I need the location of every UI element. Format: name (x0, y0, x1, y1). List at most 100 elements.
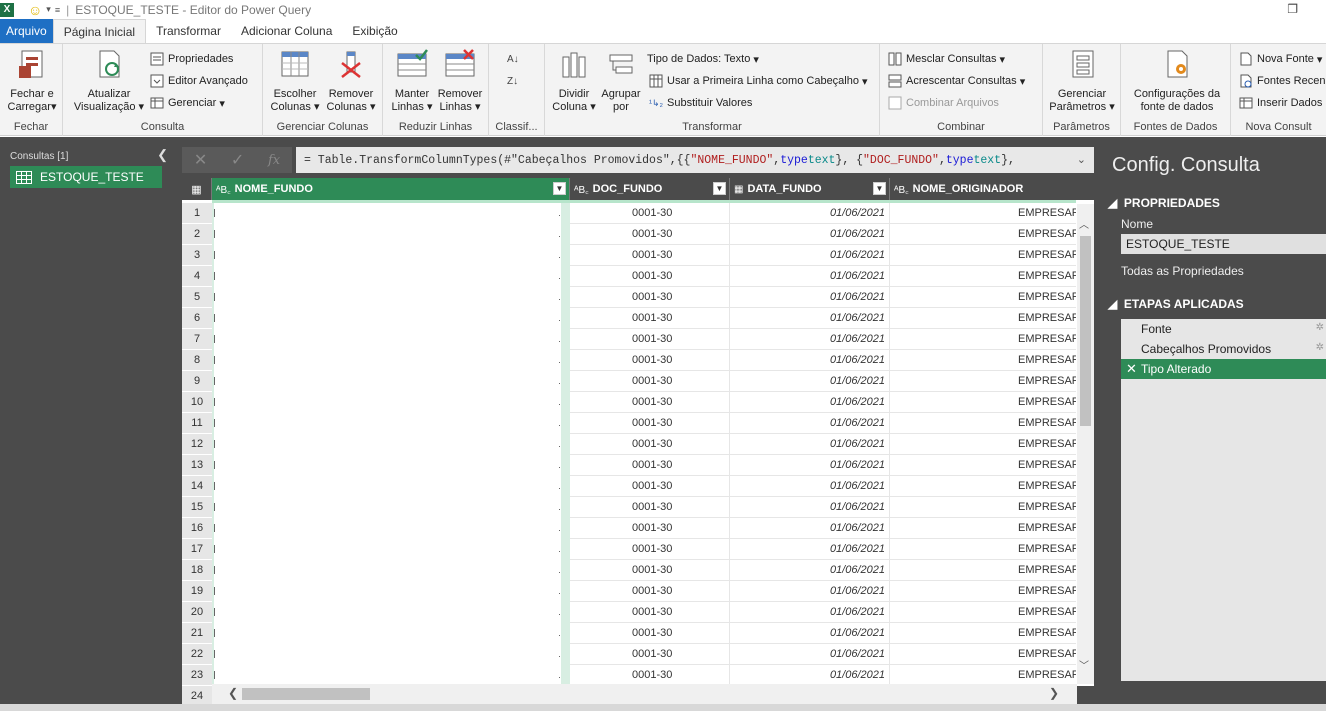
filter-dropdown-icon[interactable]: ▼ (873, 182, 886, 195)
cell-doc-fundo[interactable]: 0001-30 (570, 329, 730, 350)
gerenciar-parametros-button[interactable]: Gerenciar Parâmetros ▾ (1047, 48, 1117, 114)
cell-nome-originador[interactable]: EMPRESARI. (890, 476, 1076, 497)
cell-nome-fundo[interactable] (212, 455, 570, 476)
row-number[interactable]: 4 (182, 266, 212, 287)
cell-data-fundo[interactable]: 01/06/2021 (730, 539, 890, 560)
table-row[interactable]: 7 0001-3001/06/2021EMPRESARI. (182, 329, 1094, 350)
cell-data-fundo[interactable]: 01/06/2021 (730, 665, 890, 686)
cell-doc-fundo[interactable]: 0001-30 (570, 476, 730, 497)
cell-data-fundo[interactable]: 01/06/2021 (730, 518, 890, 539)
cell-nome-fundo[interactable] (212, 476, 570, 497)
table-row[interactable]: 4 0001-3001/06/2021EMPRESARI. (182, 266, 1094, 287)
cell-data-fundo[interactable]: 01/06/2021 (730, 224, 890, 245)
table-row[interactable]: 2 0001-3001/06/2021EMPRESARI. (182, 224, 1094, 245)
cell-data-fundo[interactable]: 01/06/2021 (730, 287, 890, 308)
tipo-dados-dropdown[interactable]: Tipo de Dados: Texto ▾ (647, 50, 759, 68)
table-row[interactable]: 10 0001-3001/06/2021EMPRESARI. (182, 392, 1094, 413)
fechar-carregar-button[interactable]: Fechar e Carregar▾ (2, 48, 62, 114)
cell-nome-originador[interactable]: EMPRESARI. (890, 308, 1076, 329)
table-row[interactable]: 14 0001-3001/06/2021EMPRESARI. (182, 476, 1094, 497)
cancel-formula-icon[interactable]: ✕ (194, 150, 207, 170)
properties-section-header[interactable]: ◢ PROPRIEDADES (1108, 196, 1220, 210)
table-row[interactable]: 21 0001-3001/06/2021EMPRESARI. (182, 623, 1094, 644)
row-number[interactable]: 9 (182, 371, 212, 392)
config-fonte-dados-button[interactable]: Configurações da fonte de dados (1127, 48, 1227, 114)
cell-data-fundo[interactable]: 01/06/2021 (730, 392, 890, 413)
gear-icon[interactable]: ✲ (1316, 342, 1324, 353)
tab-adicionar-coluna[interactable]: Adicionar Coluna (231, 19, 342, 43)
cell-doc-fundo[interactable]: 0001-30 (570, 350, 730, 371)
cell-nome-originador[interactable]: EMPRESARI. (890, 287, 1076, 308)
cell-nome-originador[interactable]: EMPRESARI. (890, 392, 1076, 413)
cell-nome-fundo[interactable] (212, 539, 570, 560)
nova-fonte-button[interactable]: Nova Fonte ▾ (1239, 50, 1322, 68)
row-number[interactable]: 11 (182, 413, 212, 434)
date-type-icon[interactable]: ▦ (734, 184, 743, 195)
fx-icon[interactable]: fx (268, 153, 280, 168)
cell-nome-fundo[interactable] (212, 350, 570, 371)
cell-nome-originador[interactable]: EMPRESARI. (890, 644, 1076, 665)
table-row[interactable]: 12 0001-3001/06/2021EMPRESARI. (182, 434, 1094, 455)
cell-nome-fundo[interactable] (212, 224, 570, 245)
table-row[interactable]: 15 0001-3001/06/2021EMPRESARI. (182, 497, 1094, 518)
cell-nome-fundo[interactable] (212, 371, 570, 392)
cell-nome-originador[interactable]: EMPRESARI. (890, 434, 1076, 455)
tab-pagina-inicial[interactable]: Página Inicial (52, 19, 147, 43)
scroll-up-icon[interactable]: ︿ (1079, 216, 1089, 231)
table-row[interactable]: 13 0001-3001/06/2021EMPRESARI. (182, 455, 1094, 476)
query-name-input[interactable]: ESTOQUE_TESTE (1121, 234, 1326, 254)
cell-doc-fundo[interactable]: 0001-30 (570, 224, 730, 245)
cell-nome-originador[interactable]: EMPRESARI. (890, 371, 1076, 392)
cell-nome-originador[interactable]: EMPRESARI. (890, 497, 1076, 518)
table-row[interactable]: 19 0001-3001/06/2021EMPRESARI. (182, 581, 1094, 602)
tab-exibicao[interactable]: Exibição (342, 19, 407, 43)
tab-arquivo[interactable]: Arquivo (0, 19, 53, 43)
propriedades-button[interactable]: Propriedades (150, 50, 233, 68)
table-row[interactable]: 16 0001-3001/06/2021EMPRESARI. (182, 518, 1094, 539)
cell-nome-fundo[interactable] (212, 623, 570, 644)
filter-dropdown-icon[interactable]: ▼ (553, 182, 566, 195)
cell-doc-fundo[interactable]: 0001-30 (570, 266, 730, 287)
acrescentar-consultas-button[interactable]: Acrescentar Consultas ▾ (888, 72, 1025, 90)
cell-nome-fundo[interactable] (212, 287, 570, 308)
cell-nome-fundo[interactable] (212, 266, 570, 287)
horizontal-scrollbar[interactable]: ❮ ❯ (212, 684, 1077, 704)
cell-doc-fundo[interactable]: 0001-30 (570, 455, 730, 476)
table-row[interactable]: 6 0001-3001/06/2021EMPRESARI. (182, 308, 1094, 329)
combinar-arquivos-button[interactable]: Combinar Arquivos (888, 94, 999, 112)
cell-doc-fundo[interactable]: 0001-30 (570, 518, 730, 539)
table-row[interactable]: 3 0001-3001/06/2021EMPRESARI. (182, 245, 1094, 266)
cell-nome-fundo[interactable] (212, 245, 570, 266)
cell-data-fundo[interactable]: 01/06/2021 (730, 350, 890, 371)
scroll-left-icon[interactable]: ❮ (228, 686, 238, 700)
cell-doc-fundo[interactable]: 0001-30 (570, 623, 730, 644)
table-row[interactable]: 23 0001-3001/06/2021EMPRESARI. (182, 665, 1094, 686)
remover-linhas-button[interactable]: Remover Linhas ▾ (435, 48, 485, 114)
gerenciar-button[interactable]: Gerenciar ▾ (150, 94, 225, 112)
confirm-formula-icon[interactable]: ✓ (231, 150, 244, 170)
column-header-nome-originador[interactable]: ᴬB꜀ NOME_ORIGINADOR (890, 178, 1094, 200)
cell-nome-originador[interactable]: EMPRESARI. (890, 623, 1076, 644)
restore-window-icon[interactable]: ❐ (1287, 2, 1298, 16)
cell-nome-originador[interactable]: EMPRESARI. (890, 329, 1076, 350)
cell-data-fundo[interactable]: 01/06/2021 (730, 203, 890, 224)
scroll-thumb[interactable] (242, 688, 370, 700)
cell-nome-originador[interactable]: EMPRESARI. (890, 203, 1076, 224)
cell-nome-originador[interactable]: EMPRESARI. (890, 560, 1076, 581)
cell-nome-fundo[interactable] (212, 434, 570, 455)
cell-nome-fundo[interactable] (212, 308, 570, 329)
row-number[interactable]: 13 (182, 455, 212, 476)
row-number[interactable]: 5 (182, 287, 212, 308)
cell-doc-fundo[interactable]: 0001-30 (570, 413, 730, 434)
cell-nome-fundo[interactable] (212, 581, 570, 602)
table-row[interactable]: 17 0001-3001/06/2021EMPRESARI. (182, 539, 1094, 560)
table-row[interactable]: 1 0001-3001/06/2021EMPRESARI. (182, 203, 1094, 224)
customize-toolbar-icon[interactable]: ≡ (55, 5, 60, 15)
cell-data-fundo[interactable]: 01/06/2021 (730, 413, 890, 434)
cell-doc-fundo[interactable]: 0001-30 (570, 371, 730, 392)
cell-doc-fundo[interactable]: 0001-30 (570, 539, 730, 560)
table-menu-icon[interactable]: ▦ (182, 178, 212, 200)
sort-ascending-icon[interactable]: A↓ (507, 50, 519, 68)
cell-nome-originador[interactable]: EMPRESARI. (890, 539, 1076, 560)
scroll-down-icon[interactable]: ﹀ (1079, 657, 1089, 672)
